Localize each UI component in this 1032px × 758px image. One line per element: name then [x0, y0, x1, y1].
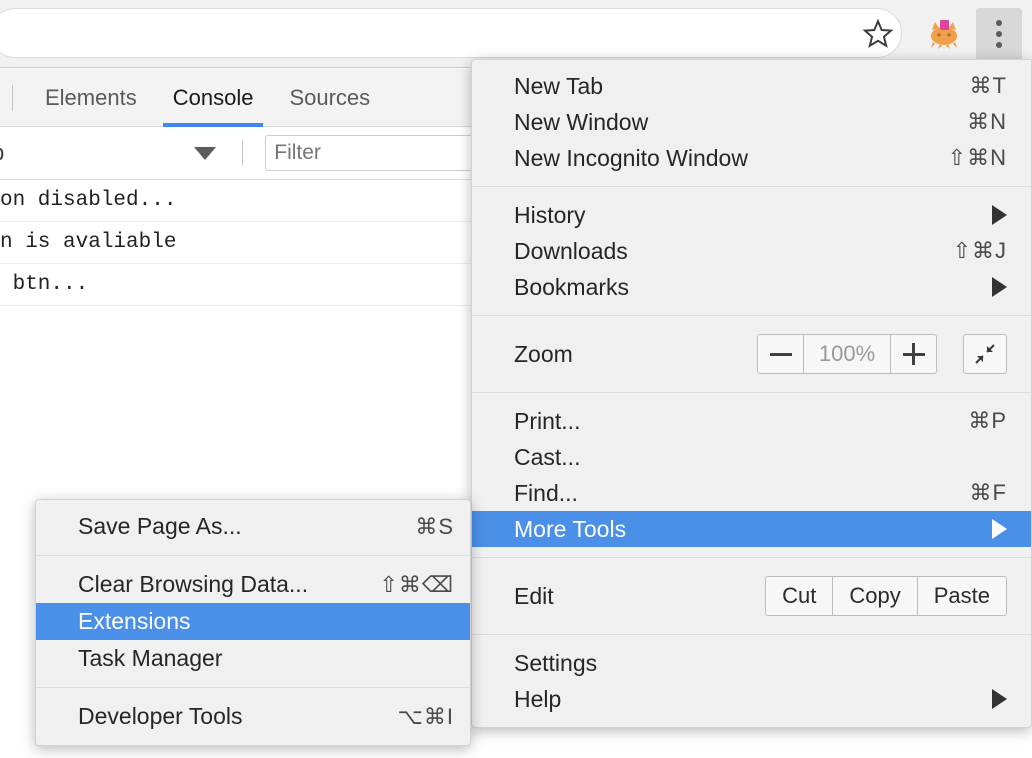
submenu-separator [36, 687, 470, 688]
menu-item-settings[interactable]: Settings [472, 645, 1031, 681]
menu-dot [996, 42, 1002, 48]
submenu-item-clear-browsing-data[interactable]: Clear Browsing Data... ⇧⌘⌫ [36, 566, 470, 603]
submenu-item-shortcut: ⌘S [415, 513, 454, 539]
menu-item-new-tab[interactable]: New Tab ⌘T [472, 68, 1031, 104]
tab-sources[interactable]: Sources [271, 69, 388, 127]
menu-separator [472, 186, 1031, 187]
tab-elements[interactable]: Elements [27, 69, 155, 127]
chevron-down-icon[interactable] [194, 146, 217, 160]
menu-item-shortcut: ⌘T [969, 73, 1007, 98]
chevron-right-icon [992, 205, 1007, 225]
submenu-item-label: Developer Tools [78, 703, 243, 729]
console-context-selector[interactable]: p [0, 140, 4, 166]
edit-label: Edit [514, 582, 554, 609]
chevron-right-icon [992, 689, 1007, 709]
menu-item-label: More Tools [514, 515, 627, 542]
menu-item-print[interactable]: Print... ⌘P [472, 403, 1031, 439]
paste-button[interactable]: Paste [918, 577, 1006, 615]
menu-item-find[interactable]: Find... ⌘F [472, 475, 1031, 511]
menu-separator [472, 392, 1031, 393]
bookmark-star-icon[interactable] [856, 14, 900, 54]
menu-item-new-incognito-window[interactable]: New Incognito Window ⇧⌘N [472, 140, 1031, 176]
edit-button-group: Cut Copy Paste [765, 576, 1007, 616]
menu-item-label: Print... [514, 407, 581, 434]
more-tools-submenu: Save Page As... ⌘S Clear Browsing Data..… [35, 499, 471, 746]
menu-item-label: Find... [514, 479, 578, 506]
zoom-label: Zoom [514, 340, 573, 367]
submenu-item-save-page-as[interactable]: Save Page As... ⌘S [36, 508, 470, 545]
menu-item-help[interactable]: Help [472, 681, 1031, 717]
menu-item-label: History [514, 201, 586, 228]
submenu-separator [36, 555, 470, 556]
menu-item-bookmarks[interactable]: Bookmarks [472, 269, 1031, 305]
menu-item-more-tools[interactable]: More Tools [472, 511, 1031, 547]
menu-item-label: Help [514, 685, 562, 712]
menu-item-shortcut: ⌘P [968, 408, 1007, 433]
submenu-item-shortcut: ⇧⌘⌫ [379, 571, 454, 597]
chevron-right-icon [992, 277, 1007, 297]
menu-item-label: Downloads [514, 237, 628, 264]
browser-window: Elements Console Sources p on disabled..… [0, 0, 1032, 758]
menu-item-label: New Incognito Window [514, 144, 748, 171]
menu-dot [996, 31, 1002, 37]
plus-icon [902, 343, 925, 365]
menu-item-label: Settings [514, 649, 598, 676]
menu-separator [472, 315, 1031, 316]
submenu-item-label: Save Page As... [78, 513, 242, 539]
menu-item-cast[interactable]: Cast... [472, 439, 1031, 475]
menu-item-label: New Window [514, 108, 649, 135]
zoom-control-group: 100% [757, 334, 937, 374]
menu-row-zoom: Zoom 100% [472, 326, 1031, 382]
toolbar-divider [242, 140, 244, 166]
menu-item-label: Cast... [514, 443, 581, 470]
menu-item-shortcut: ⇧⌘N [947, 145, 1007, 170]
menu-dot [996, 20, 1002, 26]
submenu-item-task-manager[interactable]: Task Manager [36, 640, 470, 677]
submenu-item-shortcut: ⌥⌘I [397, 703, 454, 729]
three-dot-menu-icon[interactable] [976, 8, 1022, 60]
zoom-out-button[interactable] [758, 335, 804, 373]
menu-row-edit: Edit Cut Copy Paste [472, 568, 1031, 624]
menu-item-label: New Tab [514, 72, 604, 99]
submenu-item-label: Clear Browsing Data... [78, 571, 309, 597]
menu-separator [472, 557, 1031, 558]
chevron-right-icon [992, 519, 1007, 539]
tab-console[interactable]: Console [155, 69, 272, 127]
cat-extension-icon[interactable] [920, 10, 968, 58]
copy-button[interactable]: Copy [833, 577, 918, 615]
submenu-item-extensions[interactable]: Extensions [36, 603, 470, 640]
tabbar-divider [12, 84, 13, 111]
minus-icon [769, 352, 792, 356]
omnibox[interactable] [0, 8, 902, 58]
menu-item-shortcut: ⌘F [969, 480, 1007, 505]
menu-item-shortcut: ⌘N [967, 109, 1007, 134]
submenu-item-developer-tools[interactable]: Developer Tools ⌥⌘I [36, 698, 470, 735]
zoom-level-value: 100% [818, 341, 876, 366]
browser-toolbar [0, 0, 1032, 68]
cut-button[interactable]: Cut [766, 577, 834, 615]
menu-item-shortcut: ⇧⌘J [952, 238, 1007, 263]
submenu-item-label: Task Manager [78, 645, 223, 671]
zoom-in-button[interactable] [890, 335, 936, 373]
chrome-main-menu: New Tab ⌘T New Window ⌘N New Incognito W… [471, 59, 1032, 728]
menu-item-downloads[interactable]: Downloads ⇧⌘J [472, 233, 1031, 269]
fullscreen-button[interactable] [963, 334, 1007, 374]
menu-item-label: Bookmarks [514, 273, 630, 300]
menu-separator [472, 634, 1031, 635]
submenu-item-label: Extensions [78, 608, 191, 634]
menu-item-new-window[interactable]: New Window ⌘N [472, 104, 1031, 140]
menu-item-history[interactable]: History [472, 197, 1031, 233]
